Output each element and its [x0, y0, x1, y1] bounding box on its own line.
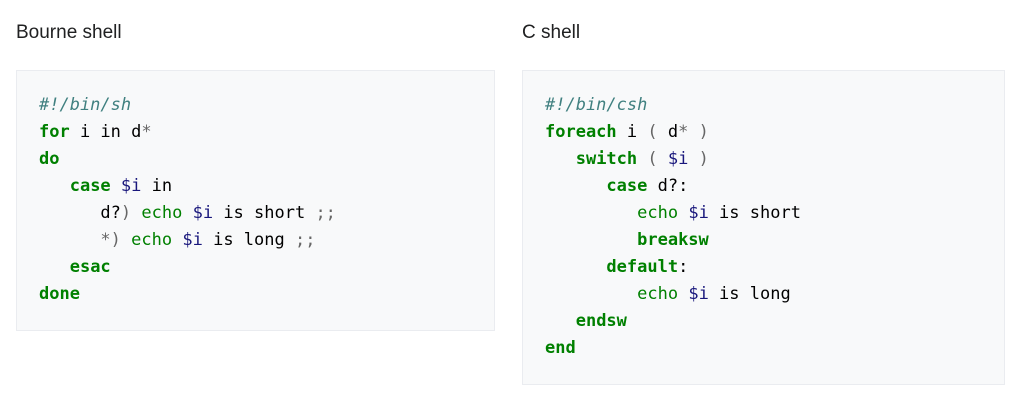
code-line: done [39, 281, 494, 308]
code-token-variable: $i [688, 284, 709, 304]
code-token-text: is long [708, 284, 791, 304]
bourne-shell-heading: Bourne shell [16, 22, 122, 43]
code-token-keyword: case [69, 176, 111, 196]
code-token-keyword: case [606, 176, 648, 196]
code-token-operator: ) [120, 203, 132, 223]
code-token-variable: $i [688, 203, 709, 223]
bourne-shell-code-block: #!/bin/sh for i in d* do case $i in d?) ec… [16, 70, 495, 331]
code-token-keyword: breaksw [637, 230, 709, 250]
code-token-text: d? [39, 203, 121, 223]
code-line: esac [39, 254, 494, 281]
code-token-text: : [678, 257, 689, 277]
code-token-operator: ( [647, 149, 658, 169]
c-shell-code-block: #!/bin/csh foreach i ( d* ) switch ( $i )… [522, 70, 1005, 385]
code-line: echo $i is long [545, 281, 1004, 308]
code-token-operator: ;; [294, 230, 316, 250]
code-line: end [545, 335, 1004, 362]
code-token-operator: ;; [315, 203, 336, 223]
code-token-keyword: endsw [575, 311, 627, 331]
code-token-variable: $i [667, 149, 689, 169]
code-line: #!/bin/csh [545, 92, 1004, 119]
code-token-keyword: default [606, 257, 679, 277]
code-line: endsw [545, 308, 1004, 335]
code-token-builtin: echo [637, 203, 679, 223]
code-token-text: in [141, 176, 173, 196]
code-line: switch ( $i ) [545, 146, 1004, 173]
code-token-keyword: switch [575, 149, 638, 169]
code-token-text: d?: [647, 176, 689, 196]
code-token-keyword: done [39, 284, 80, 304]
code-token-keyword: do [39, 149, 60, 169]
code-token-operator: ) [698, 122, 709, 142]
c-shell-heading: C shell [522, 22, 581, 43]
code-token-builtin: echo [141, 203, 183, 223]
code-token-comment: #!/bin/sh [39, 95, 132, 115]
code-token-text: i in d [69, 122, 142, 142]
code-token-text: is short [708, 203, 801, 223]
code-line: #!/bin/sh [39, 92, 494, 119]
code-token-keyword: end [545, 338, 576, 358]
code-token-operator: ) [698, 149, 709, 169]
code-token-variable: $i [182, 230, 203, 250]
code-line: foreach i ( d* ) [545, 119, 1004, 146]
code-line: echo $i is short [545, 200, 1004, 227]
code-token-text: is long [202, 230, 295, 250]
code-token-variable: $i [120, 176, 142, 196]
code-token-builtin: echo [637, 284, 679, 304]
code-line: d?) echo $i is short ;; [39, 200, 494, 227]
code-line: do [39, 146, 494, 173]
code-token-operator: * [678, 122, 689, 142]
code-token-operator: ( [647, 122, 658, 142]
code-line: *) echo $i is long ;; [39, 227, 494, 254]
code-token-builtin: echo [131, 230, 173, 250]
code-token-text: is short [213, 203, 316, 223]
code-line: default: [545, 254, 1004, 281]
code-token-keyword: esac [69, 257, 111, 277]
code-token-keyword: foreach [545, 122, 617, 142]
code-token-text: i [616, 122, 648, 142]
code-token-keyword: for [39, 122, 70, 142]
code-token-text: d [657, 122, 679, 142]
code-token-variable: $i [192, 203, 214, 223]
code-token-operator: * [141, 122, 152, 142]
code-token-comment: #!/bin/csh [545, 95, 648, 115]
code-line: breaksw [545, 227, 1004, 254]
code-line: case d?: [545, 173, 1004, 200]
code-line: for i in d* [39, 119, 494, 146]
code-token-operator: *) [100, 230, 121, 250]
code-line: case $i in [39, 173, 494, 200]
